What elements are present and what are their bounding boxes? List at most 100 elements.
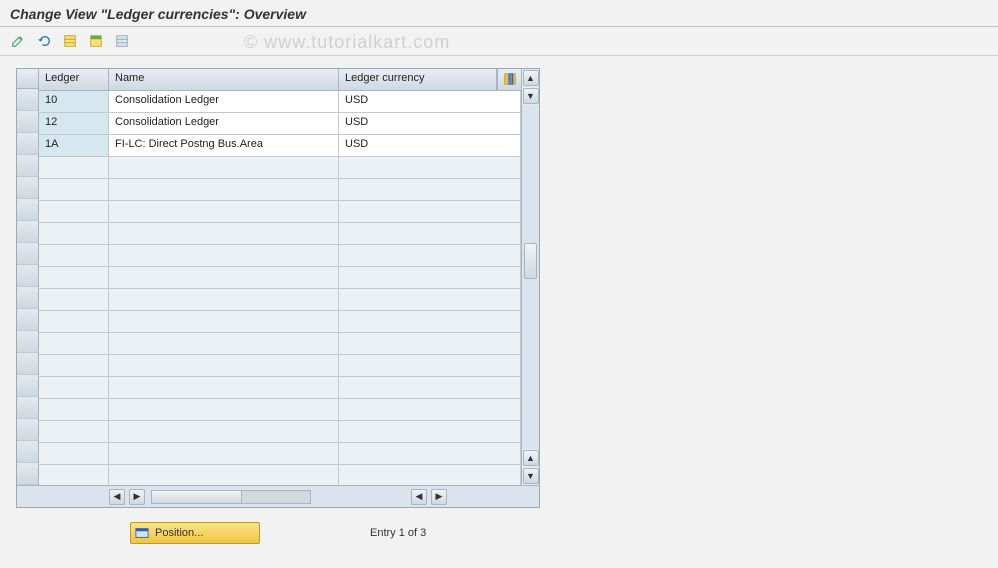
select-all-button[interactable] bbox=[60, 31, 80, 51]
table-settings-icon bbox=[503, 72, 517, 86]
table-row[interactable]: 12Consolidation LedgerUSD bbox=[39, 113, 521, 135]
column-header-name[interactable]: Name bbox=[109, 69, 339, 90]
cell-name bbox=[109, 245, 339, 266]
cell-currency bbox=[339, 179, 521, 200]
cell-currency[interactable]: USD bbox=[339, 91, 521, 112]
hscroll-right-step-button[interactable]: ▶ bbox=[129, 489, 145, 505]
select-block-button[interactable] bbox=[86, 31, 106, 51]
cell-currency bbox=[339, 289, 521, 310]
table-row bbox=[39, 333, 521, 355]
row-selector-column bbox=[17, 69, 39, 485]
table-row bbox=[39, 355, 521, 377]
grid-rows: 10Consolidation LedgerUSD12Consolidation… bbox=[39, 91, 521, 485]
scroll-down-button[interactable]: ▼ bbox=[523, 468, 539, 484]
row-selector[interactable] bbox=[17, 463, 38, 485]
cell-name bbox=[109, 355, 339, 376]
row-selector[interactable] bbox=[17, 265, 38, 287]
row-selector[interactable] bbox=[17, 133, 38, 155]
row-selector[interactable] bbox=[17, 353, 38, 375]
row-selector[interactable] bbox=[17, 331, 38, 353]
triangle-up-icon: ▲ bbox=[526, 454, 535, 463]
triangle-down-icon: ▼ bbox=[526, 92, 535, 101]
vertical-scrollbar[interactable]: ▲ ▼ ▲ ▼ bbox=[521, 69, 539, 485]
row-selector[interactable] bbox=[17, 441, 38, 463]
cell-ledger bbox=[39, 311, 109, 332]
scroll-up-button[interactable]: ▲ bbox=[523, 70, 539, 86]
cell-name bbox=[109, 223, 339, 244]
table-row bbox=[39, 201, 521, 223]
position-button-label: Position... bbox=[155, 527, 203, 539]
cell-currency bbox=[339, 157, 521, 178]
configure-columns-button[interactable] bbox=[497, 69, 521, 90]
triangle-left-icon: ◀ bbox=[114, 492, 121, 501]
cell-ledger[interactable]: 1A bbox=[39, 135, 109, 156]
cell-ledger bbox=[39, 245, 109, 266]
row-selector[interactable] bbox=[17, 111, 38, 133]
table-row[interactable]: 10Consolidation LedgerUSD bbox=[39, 91, 521, 113]
cell-currency bbox=[339, 377, 521, 398]
cell-name bbox=[109, 289, 339, 310]
cell-currency bbox=[339, 333, 521, 354]
horizontal-scrollbar[interactable]: ◀ ▶ ◀ ▶ bbox=[17, 485, 539, 507]
position-button[interactable]: Position... bbox=[130, 522, 260, 544]
cell-name bbox=[109, 311, 339, 332]
cell-name bbox=[109, 267, 339, 288]
row-selector[interactable] bbox=[17, 243, 38, 265]
cell-name bbox=[109, 399, 339, 420]
scroll-up-step-button[interactable]: ▲ bbox=[523, 450, 539, 466]
cell-name[interactable]: FI-LC: Direct Postng Bus.Area bbox=[109, 135, 339, 156]
row-selector[interactable] bbox=[17, 89, 38, 111]
cell-ledger bbox=[39, 267, 109, 288]
table-row bbox=[39, 157, 521, 179]
change-button[interactable] bbox=[8, 31, 28, 51]
hscroll-thumb[interactable] bbox=[152, 491, 242, 503]
cell-ledger bbox=[39, 201, 109, 222]
cell-ledger bbox=[39, 421, 109, 442]
scroll-down-step-button[interactable]: ▼ bbox=[523, 88, 539, 104]
row-selector[interactable] bbox=[17, 221, 38, 243]
cell-currency[interactable]: USD bbox=[339, 113, 521, 134]
toolbar bbox=[0, 27, 998, 56]
cell-ledger bbox=[39, 179, 109, 200]
row-selector[interactable] bbox=[17, 397, 38, 419]
vscroll-track[interactable] bbox=[522, 105, 539, 449]
hscroll-left-step-button[interactable]: ◀ bbox=[411, 489, 427, 505]
cell-currency bbox=[339, 311, 521, 332]
cell-name[interactable]: Consolidation Ledger bbox=[109, 91, 339, 112]
cell-name[interactable]: Consolidation Ledger bbox=[109, 113, 339, 134]
column-header-ledger[interactable]: Ledger bbox=[39, 69, 109, 90]
row-selector[interactable] bbox=[17, 309, 38, 331]
table-row[interactable]: 1AFI-LC: Direct Postng Bus.AreaUSD bbox=[39, 135, 521, 157]
table-panel: Ledger Name Ledger currency 10Consolidat… bbox=[16, 68, 540, 508]
row-selector[interactable] bbox=[17, 155, 38, 177]
triangle-down-icon: ▼ bbox=[526, 472, 535, 481]
cell-name bbox=[109, 201, 339, 222]
row-selector-header bbox=[17, 69, 38, 89]
table-row bbox=[39, 179, 521, 201]
cell-name bbox=[109, 157, 339, 178]
hscroll-track[interactable] bbox=[151, 490, 311, 504]
deselect-all-button[interactable] bbox=[112, 31, 132, 51]
cell-currency[interactable]: USD bbox=[339, 135, 521, 156]
cell-name bbox=[109, 421, 339, 442]
cell-ledger bbox=[39, 333, 109, 354]
hscroll-right-button[interactable]: ▶ bbox=[431, 489, 447, 505]
cell-ledger[interactable]: 12 bbox=[39, 113, 109, 134]
triangle-left-icon: ◀ bbox=[416, 492, 423, 501]
hscroll-left-button[interactable]: ◀ bbox=[109, 489, 125, 505]
cell-ledger[interactable]: 10 bbox=[39, 91, 109, 112]
row-selector[interactable] bbox=[17, 177, 38, 199]
undo-button[interactable] bbox=[34, 31, 54, 51]
row-selector[interactable] bbox=[17, 375, 38, 397]
cell-currency bbox=[339, 421, 521, 442]
vscroll-thumb[interactable] bbox=[524, 243, 537, 279]
cell-name bbox=[109, 377, 339, 398]
cell-currency bbox=[339, 201, 521, 222]
cell-ledger bbox=[39, 223, 109, 244]
cell-currency bbox=[339, 355, 521, 376]
row-selector[interactable] bbox=[17, 287, 38, 309]
column-header-currency[interactable]: Ledger currency bbox=[339, 69, 497, 90]
row-selector[interactable] bbox=[17, 199, 38, 221]
cell-currency bbox=[339, 465, 521, 485]
row-selector[interactable] bbox=[17, 419, 38, 441]
